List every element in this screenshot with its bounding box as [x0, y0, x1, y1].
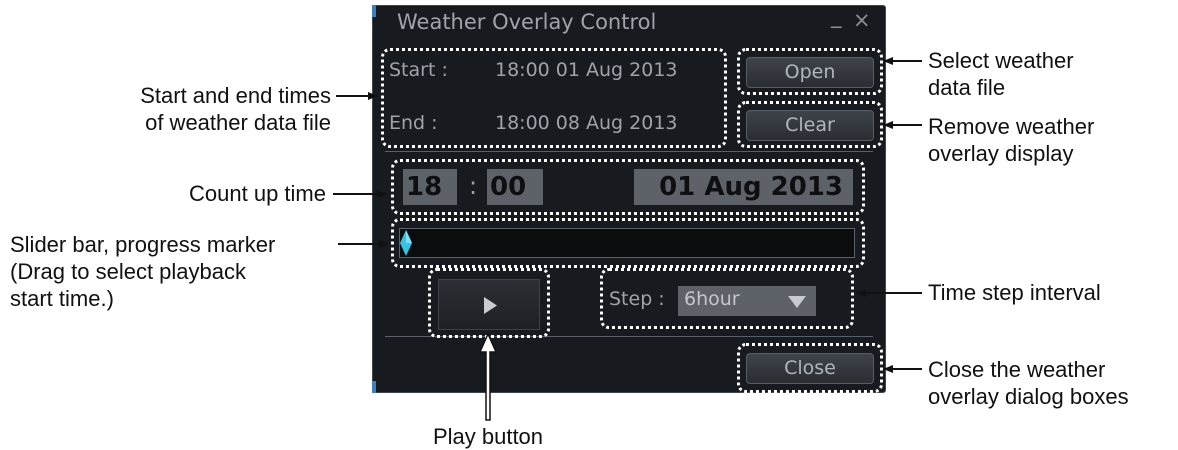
annotation-arrows: [333, 57, 922, 421]
